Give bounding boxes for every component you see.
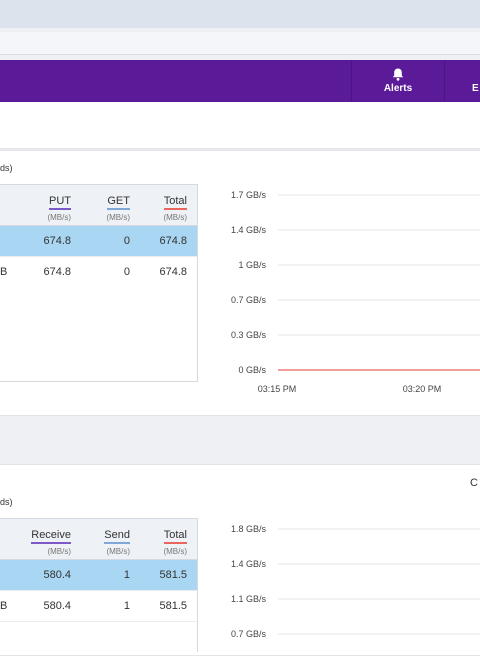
network-caption: ds) <box>0 497 13 507</box>
y-tick-label: 0.3 GB/s <box>231 330 267 340</box>
y-tick-label: 1.4 GB/s <box>231 559 267 569</box>
table-row[interactable]: 674.8 0 674.8 <box>0 226 197 257</box>
throughput-chart: 1.7 GB/s 1.4 GB/s 1 GB/s 0.7 GB/s 0.3 GB/s 0 … <box>200 179 480 404</box>
y-tick-label: 0.7 GB/s <box>231 295 267 305</box>
table-header: Receive (MB/s) Send (MB/s) Total (MB/s) <box>0 519 197 560</box>
column-header-put[interactable]: PUT (MB/s) <box>47 191 71 222</box>
column-header-get[interactable]: GET (MB/s) <box>106 191 130 222</box>
y-tick-label: 1 GB/s <box>238 260 266 270</box>
y-tick-label: 1.8 GB/s <box>231 524 267 534</box>
browser-top-band <box>0 0 480 28</box>
column-header-receive[interactable]: Receive (MB/s) <box>31 525 71 556</box>
table-empty-area <box>0 287 197 381</box>
panel-corner-label: C <box>470 477 478 489</box>
network-panel: C ds) Receive (MB/s) Send (MB/s) Total (… <box>0 464 480 656</box>
nav-item-alerts-label: Alerts <box>383 83 413 94</box>
nav-item-alerts[interactable]: Alerts <box>351 60 445 102</box>
table-row[interactable]: B 580.4 1 581.5 <box>0 591 197 622</box>
bell-icon <box>392 68 404 81</box>
x-tick-label: 03:20 PM <box>403 384 442 394</box>
table-row[interactable]: 580.4 1 581.5 <box>0 560 197 591</box>
table-empty-area <box>0 622 197 652</box>
table-row[interactable]: B 674.8 0 674.8 <box>0 257 197 287</box>
page-subheader <box>0 102 480 148</box>
top-navbar: Alerts E <box>0 60 480 102</box>
throughput-caption: ds) <box>0 163 13 173</box>
y-tick-label: 0 GB/s <box>238 365 266 375</box>
throughput-table: PUT (MB/s) GET (MB/s) Total (MB/s) 674.8… <box>0 184 198 382</box>
network-table: Receive (MB/s) Send (MB/s) Total (MB/s) … <box>0 518 198 652</box>
table-header: PUT (MB/s) GET (MB/s) Total (MB/s) <box>0 185 197 226</box>
column-header-send[interactable]: Send (MB/s) <box>104 525 130 556</box>
y-tick-label: 1.1 GB/s <box>231 594 267 604</box>
nav-item-next[interactable]: E <box>472 83 479 94</box>
network-chart: 1.8 GB/s 1.4 GB/s 1.1 GB/s 0.7 GB/s <box>200 513 480 653</box>
column-header-total[interactable]: Total (MB/s) <box>163 191 187 222</box>
y-tick-label: 1.7 GB/s <box>231 190 267 200</box>
address-bar[interactable] <box>0 32 480 55</box>
x-tick-label: 03:15 PM <box>258 384 297 394</box>
y-tick-label: 0.7 GB/s <box>231 629 267 639</box>
column-header-total[interactable]: Total (MB/s) <box>163 525 187 556</box>
y-tick-label: 1.4 GB/s <box>231 225 267 235</box>
throughput-panel: ds) PUT (MB/s) GET (MB/s) Total (MB/s) 6… <box>0 150 480 416</box>
